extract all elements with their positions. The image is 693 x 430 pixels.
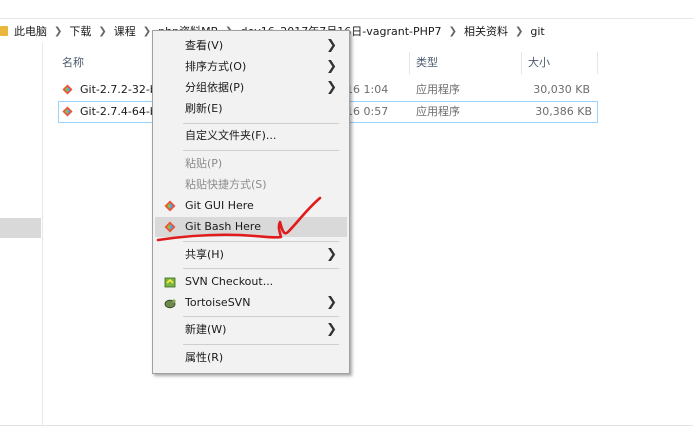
menu-item-label: TortoiseSVN [185, 296, 251, 309]
menu-item-properties[interactable]: 属性(R) [155, 348, 347, 368]
file-size: 30,030 KB [533, 83, 590, 96]
menu-separator [183, 316, 339, 317]
column-divider[interactable] [409, 52, 410, 74]
column-header-type[interactable]: 类型 [416, 52, 438, 74]
menu-item-git-gui[interactable]: Git GUI Here [155, 196, 347, 216]
menu-separator [183, 123, 339, 124]
menu-item-label: Git GUI Here [185, 199, 254, 212]
menu-item-label: 分组依据(P) [185, 81, 245, 94]
menu-item-label: 查看(V) [185, 39, 224, 52]
menu-item-customize-folder[interactable]: 自定义文件夹(F)... [155, 126, 347, 146]
menu-item-tortoisesvn[interactable]: TortoiseSVN ❯ [155, 293, 347, 313]
menu-item-label: Git Bash Here [185, 220, 261, 233]
menu-item-label: 刷新(E) [185, 102, 223, 115]
chevron-right-icon[interactable]: ❯ [54, 26, 62, 37]
column-header-size[interactable]: 大小 [528, 52, 550, 74]
menu-item-label: SVN Checkout... [185, 275, 274, 288]
chevron-right-icon: ❯ [326, 80, 337, 95]
chevron-right-icon: ❯ [326, 247, 337, 262]
file-type: 应用程序 [416, 105, 460, 118]
chevron-right-icon: ❯ [326, 295, 337, 310]
git-diamond-icon [164, 200, 176, 212]
menu-item-refresh[interactable]: 刷新(E) [155, 99, 347, 119]
breadcrumb-item[interactable]: 下载 [69, 23, 91, 39]
navigation-pane-selected-item[interactable] [0, 218, 41, 238]
menu-separator [183, 241, 339, 242]
menu-item-label: 新建(W) [185, 323, 227, 336]
file-size: 30,386 KB [535, 105, 592, 118]
file-date: 16 1:04 [346, 83, 389, 96]
chevron-right-icon[interactable]: ❯ [143, 26, 151, 37]
chevron-right-icon: ❯ [326, 322, 337, 337]
menu-separator [183, 150, 339, 151]
menu-item-paste-shortcut[interactable]: 粘贴快捷方式(S) [155, 175, 347, 195]
column-header-name[interactable]: 名称 [62, 52, 84, 74]
chevron-right-icon: ❯ [326, 38, 337, 53]
menu-item-group[interactable]: 分组依据(P) ❯ [155, 78, 347, 98]
menu-item-share[interactable]: 共享(H) ❯ [155, 245, 347, 265]
column-divider[interactable] [597, 52, 598, 74]
menu-separator [183, 268, 339, 269]
folder-icon [0, 26, 8, 36]
chevron-right-icon[interactable]: ❯ [449, 26, 457, 37]
context-menu: 查看(V) ❯ 排序方式(O) ❯ 分组依据(P) ❯ 刷新(E) 自定义文件夹… [152, 30, 350, 374]
file-date: 16 0:57 [346, 105, 389, 118]
menu-item-label: 属性(R) [185, 351, 224, 364]
menu-item-label: 共享(H) [185, 248, 224, 261]
breadcrumb-item-current[interactable]: git [530, 25, 544, 38]
git-diamond-icon [62, 106, 73, 117]
menu-item-sort[interactable]: 排序方式(O) ❯ [155, 57, 347, 77]
menu-item-label: 粘贴(P) [185, 157, 223, 170]
menu-item-git-bash[interactable]: Git Bash Here [155, 217, 347, 237]
menu-item-label: 自定义文件夹(F)... [185, 129, 277, 142]
menu-separator [183, 344, 339, 345]
chevron-right-icon[interactable]: ❯ [98, 26, 106, 37]
git-diamond-icon [164, 221, 176, 233]
menu-item-paste[interactable]: 粘贴(P) [155, 154, 347, 174]
menu-item-label: 排序方式(O) [185, 60, 247, 73]
status-divider [0, 425, 693, 426]
menu-item-new[interactable]: 新建(W) ❯ [155, 320, 347, 340]
column-divider[interactable] [521, 52, 522, 74]
file-type: 应用程序 [416, 83, 460, 96]
menu-item-view[interactable]: 查看(V) ❯ [155, 36, 347, 56]
menu-item-svn-checkout[interactable]: SVN Checkout... [155, 272, 347, 292]
chevron-right-icon: ❯ [326, 59, 337, 74]
menu-item-label: 粘贴快捷方式(S) [185, 178, 267, 191]
tortoisesvn-icon [164, 299, 176, 309]
breadcrumb-item[interactable]: 相关资料 [464, 23, 508, 39]
chevron-right-icon[interactable]: ❯ [515, 26, 523, 37]
git-diamond-icon [62, 84, 73, 95]
breadcrumb-item[interactable]: 此电脑 [14, 23, 47, 39]
svn-checkout-icon [164, 277, 176, 288]
breadcrumb-item[interactable]: 课程 [114, 23, 136, 39]
